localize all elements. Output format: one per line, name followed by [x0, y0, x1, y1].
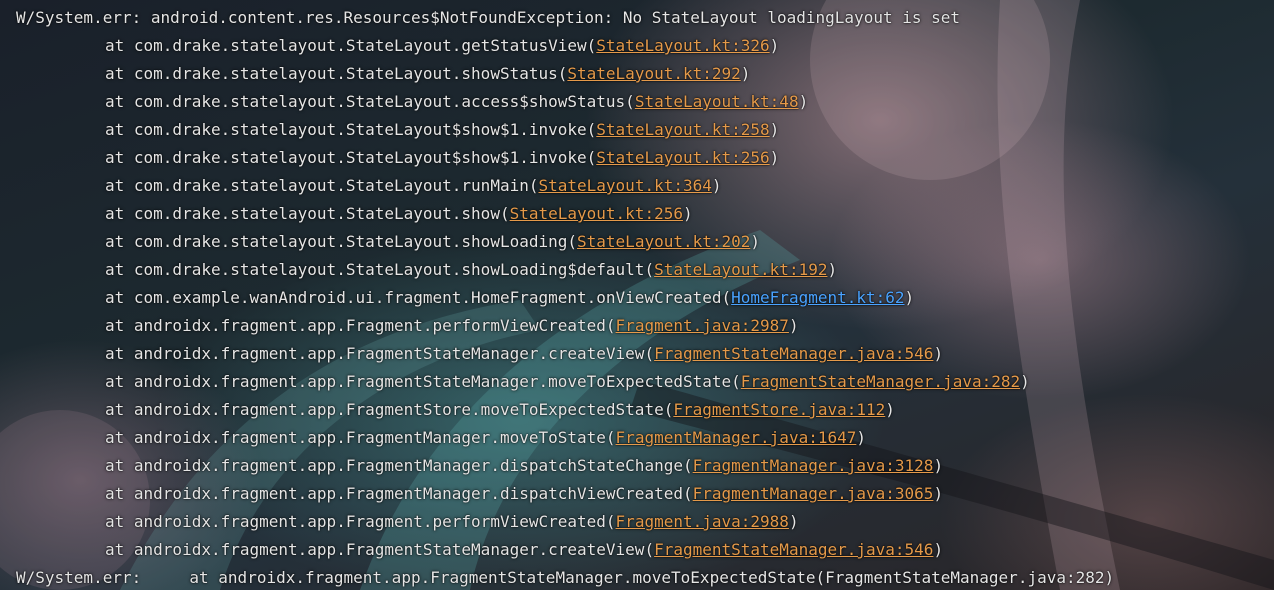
- stack-frame-line: at androidx.fragment.app.FragmentManager…: [0, 452, 1274, 480]
- stack-frame-line: at androidx.fragment.app.FragmentManager…: [0, 424, 1274, 452]
- stack-frame-method: at com.drake.statelayout.StateLayout.acc…: [105, 92, 635, 111]
- stack-frame-close-paren: ): [711, 176, 722, 195]
- stack-frame-close-paren: ): [827, 260, 838, 279]
- stack-frame-close-paren: ): [856, 428, 867, 447]
- log-header-line: W/System.err: android.content.res.Resour…: [16, 8, 961, 27]
- stack-frame-line: at com.drake.statelayout.StateLayout.sho…: [0, 228, 1274, 256]
- source-file-link[interactable]: StateLayout.kt:258: [596, 120, 769, 139]
- source-file-link[interactable]: FragmentManager.java:3065: [693, 484, 934, 503]
- stack-frame-close-paren: ): [933, 344, 944, 363]
- stack-frame-line: at com.drake.statelayout.StateLayout.acc…: [0, 88, 1274, 116]
- stack-frame-line: at com.drake.statelayout.StateLayout.run…: [0, 172, 1274, 200]
- stack-frame-line: at androidx.fragment.app.FragmentStateMa…: [0, 340, 1274, 368]
- source-file-link[interactable]: StateLayout.kt:48: [635, 92, 799, 111]
- stack-frame-close-paren: ): [769, 120, 780, 139]
- stack-frame-close-paren: ): [904, 288, 915, 307]
- source-file-link[interactable]: Fragment.java:2987: [616, 316, 789, 335]
- stack-frame-line: at com.drake.statelayout.StateLayout$sho…: [0, 144, 1274, 172]
- source-file-link[interactable]: FragmentStateManager.java:546: [654, 344, 933, 363]
- stack-frame-close-paren: ): [798, 92, 809, 111]
- stack-frame-line: at androidx.fragment.app.FragmentStore.m…: [0, 396, 1274, 424]
- stack-frame-close-paren: ): [933, 540, 944, 559]
- stack-frame-close-paren: ): [885, 400, 895, 419]
- stack-frame-method: at com.drake.statelayout.StateLayout.sho…: [105, 64, 568, 83]
- stack-frame-method: at androidx.fragment.app.FragmentManager…: [105, 428, 616, 447]
- stack-frame-method: at androidx.fragment.app.FragmentStateMa…: [105, 344, 655, 363]
- stack-frame-line: at androidx.fragment.app.FragmentStateMa…: [0, 368, 1274, 396]
- stack-frame-method: at androidx.fragment.app.FragmentStateMa…: [105, 372, 741, 391]
- stack-frame-method: at com.example.wanAndroid.ui.fragment.Ho…: [105, 288, 732, 307]
- source-file-link[interactable]: StateLayout.kt:256: [596, 148, 769, 167]
- logcat-console[interactable]: W/System.err: android.content.res.Resour…: [0, 0, 1274, 590]
- source-file-link[interactable]: FragmentStateManager.java:282: [741, 372, 1020, 391]
- source-file-link[interactable]: StateLayout.kt:292: [567, 64, 740, 83]
- stack-frame-close-paren: ): [769, 36, 780, 55]
- stack-frame-line: at com.drake.statelayout.StateLayout.sho…: [0, 60, 1274, 88]
- source-file-link[interactable]: FragmentStore.java:112: [673, 400, 885, 419]
- source-file-link[interactable]: HomeFragment.kt:62: [731, 288, 904, 307]
- stack-frame-line: at com.drake.statelayout.StateLayout.get…: [0, 32, 1274, 60]
- source-file-link[interactable]: StateLayout.kt:364: [538, 176, 711, 195]
- stack-frame-method: at com.drake.statelayout.StateLayout.sho…: [105, 232, 578, 251]
- stack-frame-line: at androidx.fragment.app.FragmentManager…: [0, 480, 1274, 508]
- stack-frame-line: at com.drake.statelayout.StateLayout.sho…: [0, 256, 1274, 284]
- stack-frame-method: at com.drake.statelayout.StateLayout.run…: [105, 176, 539, 195]
- stack-frame-method: at androidx.fragment.app.FragmentManager…: [105, 456, 693, 475]
- stack-frame-method: at androidx.fragment.app.FragmentStore.m…: [105, 400, 674, 419]
- stack-frame-method: at androidx.fragment.app.Fragment.perfor…: [105, 316, 616, 335]
- stack-frame-method: at com.drake.statelayout.StateLayout$sho…: [105, 120, 597, 139]
- source-file-link[interactable]: FragmentManager.java:1647: [616, 428, 857, 447]
- stack-frame-close-paren: ): [682, 204, 693, 223]
- source-file-link[interactable]: StateLayout.kt:192: [654, 260, 827, 279]
- stack-frame-close-paren: ): [788, 316, 799, 335]
- stack-frame-line: at androidx.fragment.app.FragmentStateMa…: [0, 536, 1274, 564]
- stack-frame-close-paren: ): [769, 148, 780, 167]
- source-file-link[interactable]: StateLayout.kt:256: [510, 204, 683, 223]
- stack-frame-method: at androidx.fragment.app.FragmentStateMa…: [105, 540, 655, 559]
- stack-frame-method: at androidx.fragment.app.FragmentManager…: [105, 484, 693, 503]
- source-file-link[interactable]: StateLayout.kt:326: [596, 36, 769, 55]
- stack-frame-close-paren: ): [788, 512, 799, 531]
- stack-frame-close-paren: ): [1020, 372, 1030, 391]
- stack-frame-close-paren: ): [933, 484, 944, 503]
- source-file-link[interactable]: FragmentStateManager.java:546: [654, 540, 933, 559]
- stack-frame-line: at androidx.fragment.app.Fragment.perfor…: [0, 312, 1274, 340]
- stack-frame-line: at com.drake.statelayout.StateLayout.sho…: [0, 200, 1274, 228]
- stack-frame-line: at androidx.fragment.app.Fragment.perfor…: [0, 508, 1274, 536]
- log-footer-line: W/System.err: at androidx.fragment.app.F…: [16, 568, 1115, 587]
- stack-frame-method: at com.drake.statelayout.StateLayout.get…: [105, 36, 597, 55]
- source-file-link[interactable]: FragmentManager.java:3128: [693, 456, 934, 475]
- source-file-link[interactable]: Fragment.java:2988: [616, 512, 789, 531]
- stack-frame-method: at com.drake.statelayout.StateLayout.sho…: [105, 204, 510, 223]
- stack-frame-line: at com.drake.statelayout.StateLayout$sho…: [0, 116, 1274, 144]
- stack-frame-close-paren: ): [750, 232, 761, 251]
- source-file-link[interactable]: StateLayout.kt:202: [577, 232, 750, 251]
- stack-frame-method: at com.drake.statelayout.StateLayout.sho…: [105, 260, 655, 279]
- stack-frame-close-paren: ): [933, 456, 944, 475]
- stack-frame-close-paren: ): [740, 64, 751, 83]
- stack-frame-method: at com.drake.statelayout.StateLayout$sho…: [105, 148, 597, 167]
- stack-frame-line: at com.example.wanAndroid.ui.fragment.Ho…: [0, 284, 1274, 312]
- stack-frame-method: at androidx.fragment.app.Fragment.perfor…: [105, 512, 616, 531]
